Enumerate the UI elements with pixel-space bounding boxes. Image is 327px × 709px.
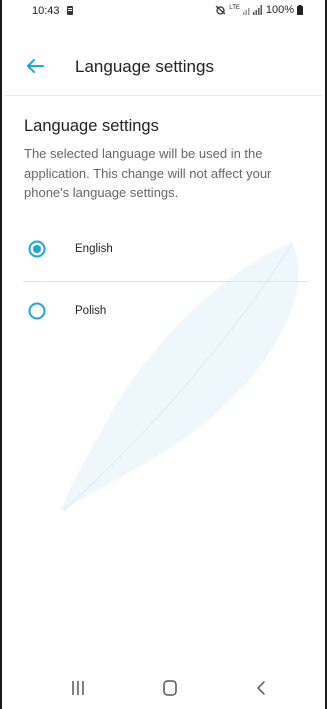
language-option-polish[interactable]: Polish xyxy=(4,292,323,332)
alarm-mute-icon xyxy=(215,5,226,15)
section-description: The selected language will be used in th… xyxy=(24,146,272,200)
status-bar: 10:43 LTE 100% xyxy=(2,0,325,22)
app-bar: Language settings xyxy=(2,46,325,86)
notification-icon xyxy=(67,6,73,15)
back-icon[interactable] xyxy=(250,677,274,699)
language-option-label: English xyxy=(75,243,113,255)
battery-percentage: 100% xyxy=(265,4,294,16)
arrow-left-icon[interactable] xyxy=(24,54,48,78)
network-type-label: LTE xyxy=(229,5,240,11)
section-title: Language settings xyxy=(24,117,159,135)
option-divider xyxy=(23,281,309,282)
status-time: 10:43 xyxy=(32,5,60,17)
language-option-label: Polish xyxy=(75,305,107,317)
radio-selected-icon[interactable] xyxy=(28,240,46,258)
battery-icon xyxy=(297,5,303,15)
signal-icon xyxy=(242,5,262,15)
status-indicators: LTE 100% xyxy=(215,4,303,16)
app-bar-divider xyxy=(4,95,323,96)
feather-watermark-icon xyxy=(60,242,299,512)
page-title: Language settings xyxy=(75,57,214,76)
phone-screen: 10:43 LTE 100% Language settings Languag… xyxy=(0,0,327,709)
home-icon[interactable] xyxy=(158,677,182,699)
radio-unselected-icon[interactable] xyxy=(28,302,46,320)
recents-icon[interactable] xyxy=(66,677,90,699)
language-option-english[interactable]: English xyxy=(4,230,323,270)
system-nav-bar xyxy=(2,667,325,709)
